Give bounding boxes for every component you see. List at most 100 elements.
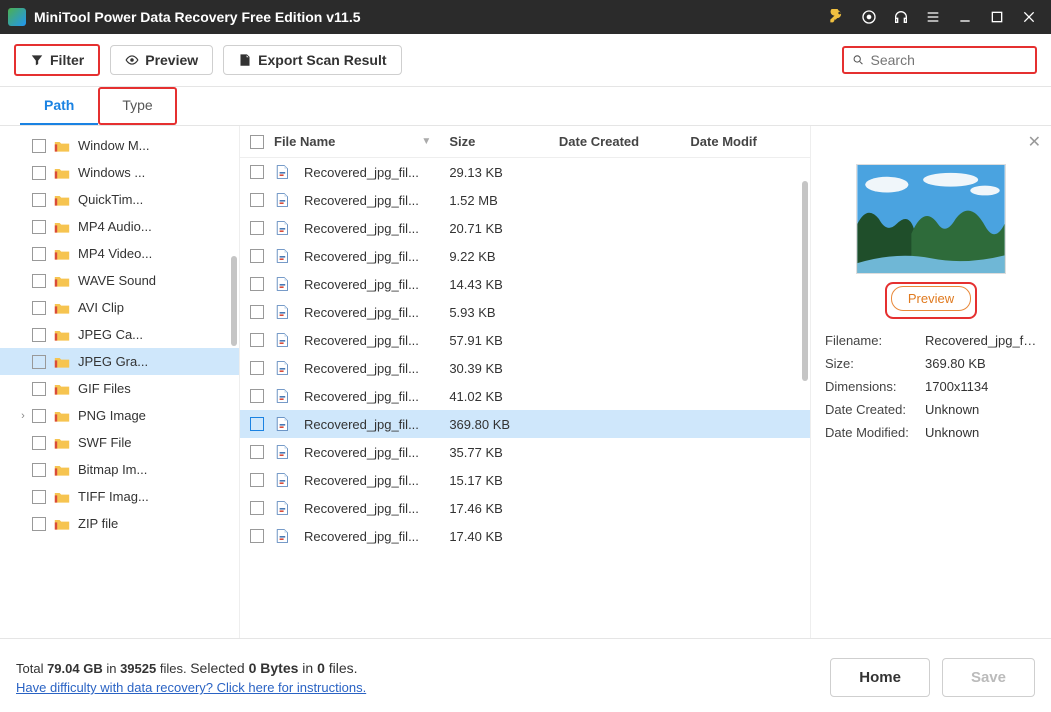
sidebar-scrollbar-thumb[interactable] bbox=[231, 256, 237, 346]
row-checkbox[interactable] bbox=[250, 193, 264, 207]
sidebar-item[interactable]: MP4 Audio... bbox=[0, 213, 239, 240]
table-row[interactable]: Recovered_jpg_fil...369.80 KB bbox=[240, 410, 810, 438]
row-checkbox[interactable] bbox=[250, 249, 264, 263]
tab-type[interactable]: Type bbox=[98, 87, 176, 125]
folder-icon bbox=[54, 166, 70, 180]
file-size: 1.52 MB bbox=[449, 193, 559, 208]
sidebar-item[interactable]: ZIP file bbox=[0, 510, 239, 537]
folder-icon bbox=[54, 274, 70, 288]
sidebar-item[interactable]: SWF File bbox=[0, 429, 239, 456]
row-checkbox[interactable] bbox=[250, 417, 264, 431]
tree-checkbox[interactable] bbox=[32, 166, 46, 180]
table-row[interactable]: Recovered_jpg_fil...5.93 KB bbox=[240, 298, 810, 326]
table-row[interactable]: Recovered_jpg_fil...41.02 KB bbox=[240, 382, 810, 410]
tree-checkbox[interactable] bbox=[32, 517, 46, 531]
table-row[interactable]: Recovered_jpg_fil...30.39 KB bbox=[240, 354, 810, 382]
select-all-checkbox[interactable] bbox=[250, 135, 264, 149]
tree-item-label: Window M... bbox=[78, 138, 150, 153]
home-button[interactable]: Home bbox=[830, 658, 930, 697]
row-checkbox[interactable] bbox=[250, 277, 264, 291]
tree-checkbox[interactable] bbox=[32, 247, 46, 261]
row-checkbox[interactable] bbox=[250, 529, 264, 543]
sidebar-item[interactable]: JPEG Gra... bbox=[0, 348, 239, 375]
sidebar-item[interactable]: TIFF Imag... bbox=[0, 483, 239, 510]
maximize-icon[interactable] bbox=[983, 3, 1011, 31]
tree-checkbox[interactable] bbox=[32, 193, 46, 207]
menu-icon[interactable] bbox=[919, 3, 947, 31]
row-checkbox[interactable] bbox=[250, 305, 264, 319]
sidebar-item[interactable]: AVI Clip bbox=[0, 294, 239, 321]
table-row[interactable]: Recovered_jpg_fil...17.46 KB bbox=[240, 494, 810, 522]
sidebar-item[interactable]: Bitmap Im... bbox=[0, 456, 239, 483]
headphones-icon[interactable] bbox=[887, 3, 915, 31]
row-checkbox[interactable] bbox=[250, 501, 264, 515]
folder-icon bbox=[54, 382, 70, 396]
sidebar-item[interactable]: Window M... bbox=[0, 132, 239, 159]
row-checkbox[interactable] bbox=[250, 445, 264, 459]
filter-button[interactable]: Filter bbox=[14, 44, 100, 76]
sidebar-item[interactable]: MP4 Video... bbox=[0, 240, 239, 267]
col-header-created[interactable]: Date Created bbox=[559, 134, 691, 149]
table-row[interactable]: Recovered_jpg_fil...29.13 KB bbox=[240, 158, 810, 186]
table-row[interactable]: Recovered_jpg_fil...57.91 KB bbox=[240, 326, 810, 354]
tree-item-label: MP4 Audio... bbox=[78, 219, 152, 234]
table-row[interactable]: Recovered_jpg_fil...9.22 KB bbox=[240, 242, 810, 270]
tree-checkbox[interactable] bbox=[32, 355, 46, 369]
open-preview-button[interactable]: Preview bbox=[891, 286, 971, 311]
table-row[interactable]: Recovered_jpg_fil...17.40 KB bbox=[240, 522, 810, 550]
sidebar-item[interactable]: JPEG Ca... bbox=[0, 321, 239, 348]
tree-item-label: QuickTim... bbox=[78, 192, 143, 207]
row-checkbox[interactable] bbox=[250, 361, 264, 375]
export-button[interactable]: Export Scan Result bbox=[223, 45, 401, 75]
tree-checkbox[interactable] bbox=[32, 328, 46, 342]
sidebar-item[interactable]: GIF Files bbox=[0, 375, 239, 402]
sidebar-item[interactable]: Windows ... bbox=[0, 159, 239, 186]
table-row[interactable]: Recovered_jpg_fil...15.17 KB bbox=[240, 466, 810, 494]
table-row[interactable]: Recovered_jpg_fil...1.52 MB bbox=[240, 186, 810, 214]
table-row[interactable]: Recovered_jpg_fil...14.43 KB bbox=[240, 270, 810, 298]
col-header-size[interactable]: Size bbox=[449, 134, 559, 149]
help-link[interactable]: Have difficulty with data recovery? Clic… bbox=[16, 680, 366, 695]
tree-item-label: PNG Image bbox=[78, 408, 146, 423]
row-checkbox[interactable] bbox=[250, 165, 264, 179]
row-checkbox[interactable] bbox=[250, 333, 264, 347]
preview-button[interactable]: Preview bbox=[110, 45, 213, 75]
row-checkbox[interactable] bbox=[250, 389, 264, 403]
tree-checkbox[interactable] bbox=[32, 220, 46, 234]
table-row[interactable]: Recovered_jpg_fil...20.71 KB bbox=[240, 214, 810, 242]
key-icon[interactable] bbox=[823, 3, 851, 31]
search-input[interactable] bbox=[871, 52, 1027, 68]
disc-icon[interactable] bbox=[855, 3, 883, 31]
table-row[interactable]: Recovered_jpg_fil...35.77 KB bbox=[240, 438, 810, 466]
col-header-modified[interactable]: Date Modif bbox=[690, 134, 800, 149]
file-icon bbox=[274, 192, 290, 208]
tab-path[interactable]: Path bbox=[20, 87, 98, 125]
tree-checkbox[interactable] bbox=[32, 409, 46, 423]
sidebar-item[interactable]: WAVE Sound bbox=[0, 267, 239, 294]
tree-checkbox[interactable] bbox=[32, 382, 46, 396]
col-header-name[interactable]: File Name▼ bbox=[274, 134, 449, 149]
tree-checkbox[interactable] bbox=[32, 490, 46, 504]
tree-checkbox[interactable] bbox=[32, 463, 46, 477]
sidebar-item[interactable]: ›PNG Image bbox=[0, 402, 239, 429]
tree-checkbox[interactable] bbox=[32, 436, 46, 450]
file-list-rows[interactable]: Recovered_jpg_fil...29.13 KBRecovered_jp… bbox=[240, 158, 810, 638]
toolbar: Filter Preview Export Scan Result bbox=[0, 34, 1051, 87]
file-list-scrollbar-thumb[interactable] bbox=[802, 181, 808, 381]
tree-checkbox[interactable] bbox=[32, 301, 46, 315]
file-icon bbox=[274, 388, 290, 404]
row-checkbox[interactable] bbox=[250, 473, 264, 487]
tree-checkbox[interactable] bbox=[32, 274, 46, 288]
minimize-icon[interactable] bbox=[951, 3, 979, 31]
row-checkbox[interactable] bbox=[250, 221, 264, 235]
sidebar-item[interactable]: QuickTim... bbox=[0, 186, 239, 213]
close-icon[interactable] bbox=[1015, 3, 1043, 31]
sidebar-tree[interactable]: Window M... Windows ... QuickTim... MP4 Aud… bbox=[0, 126, 240, 638]
tree-item-label: GIF Files bbox=[78, 381, 131, 396]
file-name: Recovered_jpg_fil... bbox=[304, 417, 419, 432]
close-preview-icon[interactable]: ✕ bbox=[1028, 132, 1041, 152]
tree-checkbox[interactable] bbox=[32, 139, 46, 153]
search-box[interactable] bbox=[842, 46, 1037, 74]
save-button[interactable]: Save bbox=[942, 658, 1035, 697]
file-icon bbox=[274, 304, 290, 320]
